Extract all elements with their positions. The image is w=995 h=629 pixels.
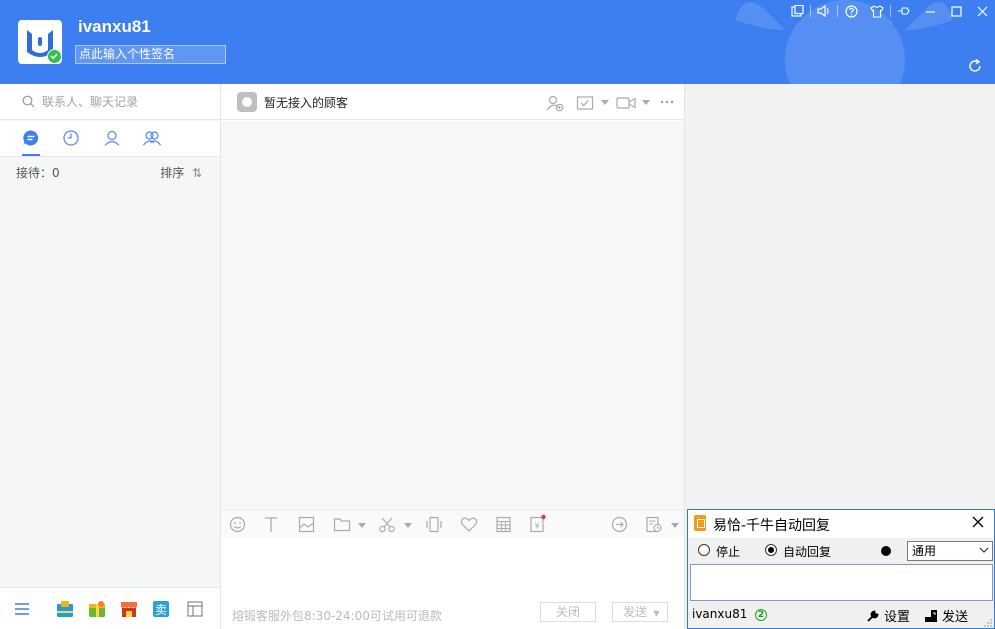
dialog-close-icon[interactable] [971, 515, 985, 529]
coupon-icon[interactable]: ¥ [529, 514, 547, 533]
gift-box-icon[interactable] [87, 599, 107, 619]
window-controls [784, 0, 995, 22]
stop-label: 停止 [716, 545, 741, 559]
more-icon[interactable] [660, 100, 674, 104]
send-icon [925, 609, 937, 622]
dialog-title: 易恰-千牛自动回复 [713, 518, 831, 534]
dialog-footer: ivanxu81 2 设置 发送 [688, 603, 994, 629]
store-icon[interactable] [119, 599, 139, 619]
input-toolbar: ¥ [221, 510, 684, 538]
sort-icon: ⇅ [188, 166, 202, 180]
svg-text:卖: 卖 [155, 603, 167, 617]
online-status-badge [47, 49, 62, 64]
reception-count: 接待：0 [16, 166, 60, 180]
send-label: 发送 [623, 605, 648, 619]
contact-tabs [0, 121, 220, 157]
chevron-down-icon[interactable] [642, 100, 650, 105]
help-badge[interactable]: 2 [755, 609, 767, 621]
chevron-down-icon[interactable] [601, 100, 609, 105]
quick-reply-icon[interactable] [611, 516, 628, 533]
chevron-down-icon[interactable]: ▼ [651, 609, 659, 618]
pin-icon[interactable] [891, 0, 917, 22]
reply-textarea[interactable] [690, 564, 993, 601]
customer-avatar-icon [237, 92, 257, 112]
app-icon [694, 515, 706, 531]
reply-mode-select[interactable]: 通用 [907, 541, 993, 561]
image-icon[interactable] [298, 516, 315, 533]
settings-button[interactable]: 设置 [866, 606, 910, 625]
chat-title: 暂无接入的顾客 [264, 96, 349, 110]
favorite-heart-icon[interactable] [460, 516, 478, 533]
font-icon[interactable] [263, 516, 279, 533]
chevron-down-icon[interactable] [671, 523, 679, 528]
recent-icon[interactable] [61, 128, 81, 148]
search-icon [22, 95, 35, 108]
reply-mode-value: 通用 [912, 544, 937, 558]
chevron-down-icon[interactable] [358, 523, 366, 528]
wrench-icon [867, 610, 879, 622]
auto-reply-label: 自动回复 [783, 545, 832, 559]
sort-button[interactable]: 排序 ⇅ [160, 164, 202, 181]
auto-reply-dialog: 易恰-千牛自动回复 停止 自动回复 通用 ivanxu81 2 设置 发送 [687, 509, 995, 629]
shop-bag-icon[interactable] [55, 599, 75, 619]
invite-review-icon[interactable] [576, 94, 594, 112]
record-icon[interactable] [645, 516, 663, 533]
svg-text:¥: ¥ [534, 522, 539, 531]
chevron-down-icon[interactable] [404, 523, 412, 528]
minimize-icon[interactable] [917, 0, 943, 22]
settings-label: 设置 [884, 610, 911, 625]
emoji-icon[interactable] [229, 516, 246, 533]
volume-icon[interactable] [811, 0, 837, 22]
signature-input[interactable]: 点此输入个性签名 [75, 45, 226, 64]
maximize-icon[interactable] [943, 0, 969, 22]
contact-panel: 接待：0 排序 ⇅ 卖 [0, 84, 221, 629]
active-tab-indicator [22, 154, 40, 156]
dialog-send-button[interactable]: 发送 [924, 606, 968, 625]
chat-icon[interactable] [21, 128, 41, 148]
close-chat-button[interactable]: 关闭 [540, 602, 596, 622]
chat-header: 暂无接入的顾客 [221, 84, 684, 120]
auto-reply-radio[interactable] [765, 544, 777, 556]
feedback-icon[interactable] [784, 0, 810, 22]
dialog-options: 停止 自动回复 通用 [688, 538, 994, 564]
folder-icon[interactable] [333, 516, 351, 533]
stop-radio[interactable] [698, 544, 710, 556]
sort-label: 排序 [160, 166, 185, 180]
group-icon[interactable] [142, 128, 162, 148]
search-input[interactable] [42, 92, 202, 112]
skin-icon[interactable] [864, 0, 890, 22]
message-area [221, 121, 684, 510]
menu-icon[interactable] [12, 599, 32, 619]
dialog-titlebar[interactable]: 易恰-千牛自动回复 [688, 510, 994, 538]
help-icon[interactable] [838, 0, 864, 22]
send-button[interactable]: 发送 ▼ [612, 602, 668, 622]
chevron-down-icon [979, 547, 989, 553]
close-icon[interactable] [969, 0, 995, 22]
contact-icon[interactable] [102, 128, 122, 148]
left-bottom-toolbar: 卖 [0, 587, 220, 629]
username: ivanxu81 [78, 17, 151, 36]
status-dot [881, 546, 891, 556]
chat-panel: 暂无接入的顾客 ¥ 熔锻客服外包8:30-24:00可试用可退款 关闭 发送 ▼ [221, 84, 685, 629]
dialog-send-label: 发送 [942, 610, 969, 625]
resize-grip-icon[interactable] [984, 619, 992, 627]
shake-icon[interactable] [425, 516, 443, 533]
header-bar: ivanxu81 点此输入个性签名 [0, 0, 995, 84]
promo-text: 熔锻客服外包8:30-24:00可试用可退款 [232, 609, 442, 623]
refresh-icon[interactable] [967, 58, 983, 74]
screenshot-scissors-icon[interactable] [378, 516, 396, 533]
sell-icon[interactable]: 卖 [151, 599, 171, 619]
calculator-icon[interactable] [495, 516, 512, 533]
transfer-user-icon[interactable] [546, 94, 564, 112]
layout-icon[interactable] [185, 599, 205, 619]
video-call-icon[interactable] [616, 94, 636, 112]
search-box [0, 84, 220, 120]
dialog-username: ivanxu81 [692, 607, 748, 621]
